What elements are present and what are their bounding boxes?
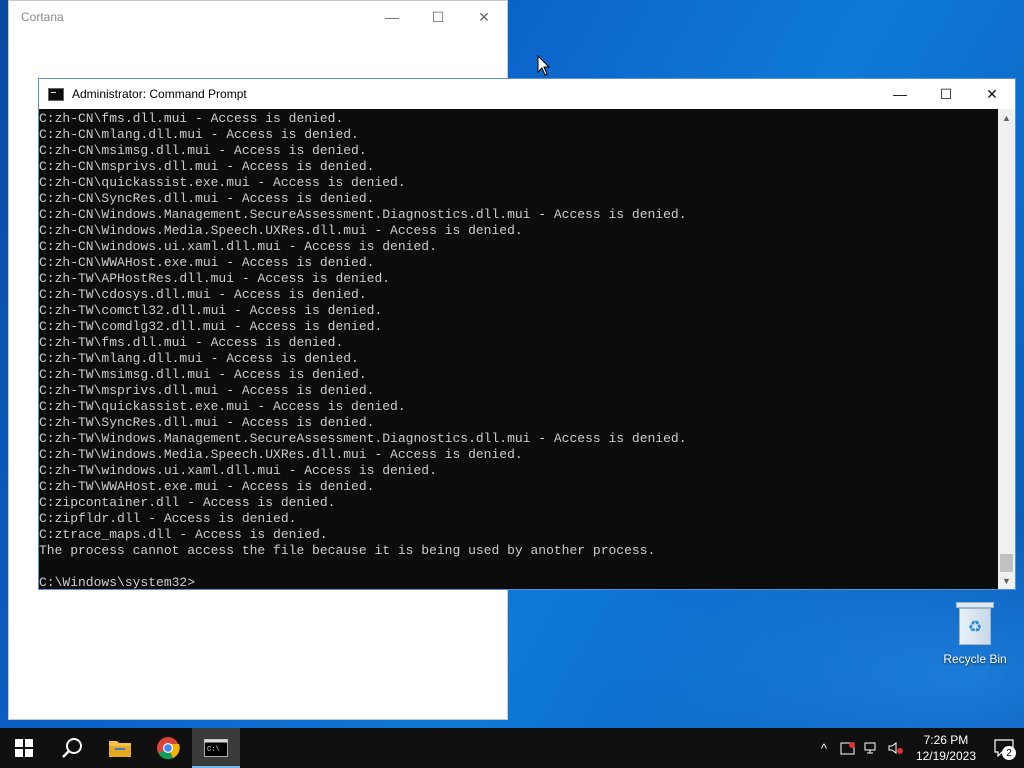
console-line: C:zh-TW\windows.ui.xaml.dll.mui - Access… bbox=[39, 463, 437, 478]
clock-date: 12/19/2023 bbox=[915, 749, 976, 763]
console-line: C:zh-TW\APHostRes.dll.mui - Access is de… bbox=[39, 271, 391, 286]
taskbar: C:\ ^ 7:26 PM 12/19/2023 2 bbox=[0, 728, 1024, 768]
console-line: C:zh-TW\fms.dll.mui - Access is denied. bbox=[39, 335, 344, 350]
console-line: C:zh-CN\windows.ui.xaml.dll.mui - Access… bbox=[39, 239, 437, 254]
network-icon[interactable] bbox=[860, 728, 884, 768]
cortana-close-button[interactable]: ✕ bbox=[461, 1, 507, 33]
console-output[interactable]: C:zh-CN\fms.dll.mui - Access is denied. C… bbox=[39, 109, 999, 591]
notifications-button[interactable]: 2 bbox=[984, 728, 1024, 768]
cmd-close-button[interactable]: ✕ bbox=[969, 79, 1015, 109]
cmd-icon: C:\ bbox=[204, 739, 228, 757]
cmd-icon bbox=[48, 87, 64, 101]
console-line: C:ztrace_maps.dll - Access is denied. bbox=[39, 527, 328, 542]
console-line: C:zh-TW\msprivs.dll.mui - Access is deni… bbox=[39, 383, 375, 398]
chrome-icon bbox=[157, 737, 180, 760]
volume-muted-icon[interactable] bbox=[884, 728, 908, 768]
file-explorer-button[interactable] bbox=[96, 728, 144, 768]
console-line: C:zh-CN\WWAHost.exe.mui - Access is deni… bbox=[39, 255, 375, 270]
console-line: C:zh-TW\Windows.Management.SecureAssessm… bbox=[39, 431, 687, 446]
clock-time: 7:26 PM bbox=[923, 733, 969, 747]
cmd-titlebar[interactable]: Administrator: Command Prompt — ☐ ✕ bbox=[39, 79, 1015, 109]
console-line: C:zh-CN\quickassist.exe.mui - Access is … bbox=[39, 175, 406, 190]
console-scrollbar[interactable]: ▲ ▼ bbox=[998, 109, 1015, 589]
start-button[interactable] bbox=[0, 728, 48, 768]
cmd-maximize-button[interactable]: ☐ bbox=[923, 79, 969, 109]
taskbar-clock[interactable]: 7:26 PM 12/19/2023 bbox=[908, 732, 984, 764]
mouse-cursor-icon bbox=[537, 55, 551, 76]
cortana-maximize-button[interactable]: ☐ bbox=[415, 1, 461, 33]
recycle-bin-label: Recycle Bin bbox=[943, 652, 1007, 666]
system-tray: ^ 7:26 PM 12/19/2023 2 bbox=[812, 728, 1024, 768]
cmd-minimize-button[interactable]: — bbox=[877, 79, 923, 109]
search-button[interactable] bbox=[48, 728, 96, 768]
cmd-title: Administrator: Command Prompt bbox=[72, 87, 247, 101]
console-line: The process cannot access the file becau… bbox=[39, 543, 656, 558]
cortana-title: Cortana bbox=[21, 10, 64, 24]
command-prompt-taskbar-button[interactable]: C:\ bbox=[192, 728, 240, 768]
scroll-up-button[interactable]: ▲ bbox=[998, 109, 1015, 126]
scroll-track[interactable] bbox=[998, 126, 1015, 572]
console-line: C:zh-TW\msimsg.dll.mui - Access is denie… bbox=[39, 367, 367, 382]
cortana-titlebar[interactable]: Cortana — ☐ ✕ bbox=[9, 1, 507, 33]
scroll-down-button[interactable]: ▼ bbox=[998, 572, 1015, 589]
action-center-warning-icon[interactable] bbox=[836, 728, 860, 768]
console-line: C:zh-TW\quickassist.exe.mui - Access is … bbox=[39, 399, 406, 414]
command-prompt-window[interactable]: Administrator: Command Prompt — ☐ ✕ C:zh… bbox=[38, 78, 1016, 590]
chrome-button[interactable] bbox=[144, 728, 192, 768]
console-line: C:zh-TW\SyncRes.dll.mui - Access is deni… bbox=[39, 415, 375, 430]
console-line: C:zh-CN\mlang.dll.mui - Access is denied… bbox=[39, 127, 359, 142]
show-hidden-icons-button[interactable]: ^ bbox=[812, 728, 836, 768]
console-line: C:zh-CN\msprivs.dll.mui - Access is deni… bbox=[39, 159, 375, 174]
cortana-minimize-button[interactable]: — bbox=[369, 1, 415, 33]
console-line: C:zh-CN\SyncRes.dll.mui - Access is deni… bbox=[39, 191, 375, 206]
console-line: C:zipcontainer.dll - Access is denied. bbox=[39, 495, 336, 510]
console-line: C:zh-TW\Windows.Media.Speech.UXRes.dll.m… bbox=[39, 447, 523, 462]
console-line: C:zh-CN\fms.dll.mui - Access is denied. bbox=[39, 111, 344, 126]
console-line: C:zh-TW\cdosys.dll.mui - Access is denie… bbox=[39, 287, 367, 302]
console-line: C:\Windows\system32> bbox=[39, 575, 196, 590]
notification-count-badge: 2 bbox=[1002, 746, 1016, 760]
recycle-bin[interactable]: ♻ Recycle Bin bbox=[940, 600, 1010, 666]
console-line: C:zh-CN\msimsg.dll.mui - Access is denie… bbox=[39, 143, 367, 158]
search-icon bbox=[62, 738, 82, 758]
svg-text:C:\: C:\ bbox=[207, 746, 220, 754]
console-line: C:zh-TW\mlang.dll.mui - Access is denied… bbox=[39, 351, 359, 366]
console-line: C:zipfldr.dll - Access is denied. bbox=[39, 511, 297, 526]
scroll-thumb[interactable] bbox=[1000, 554, 1013, 572]
console-line: C:zh-TW\comctl32.dll.mui - Access is den… bbox=[39, 303, 383, 318]
console-line: C:zh-CN\Windows.Management.SecureAssessm… bbox=[39, 207, 687, 222]
recycle-bin-icon: ♻ bbox=[956, 600, 994, 646]
windows-logo-icon bbox=[15, 739, 33, 757]
folder-icon bbox=[109, 741, 131, 757]
console-line: C:zh-CN\Windows.Media.Speech.UXRes.dll.m… bbox=[39, 223, 523, 238]
desktop: Cortana — ☐ ✕ Administrator: Command Pro… bbox=[0, 0, 1024, 728]
console-line: C:zh-TW\comdlg32.dll.mui - Access is den… bbox=[39, 319, 383, 334]
console-line: C:zh-TW\WWAHost.exe.mui - Access is deni… bbox=[39, 479, 375, 494]
